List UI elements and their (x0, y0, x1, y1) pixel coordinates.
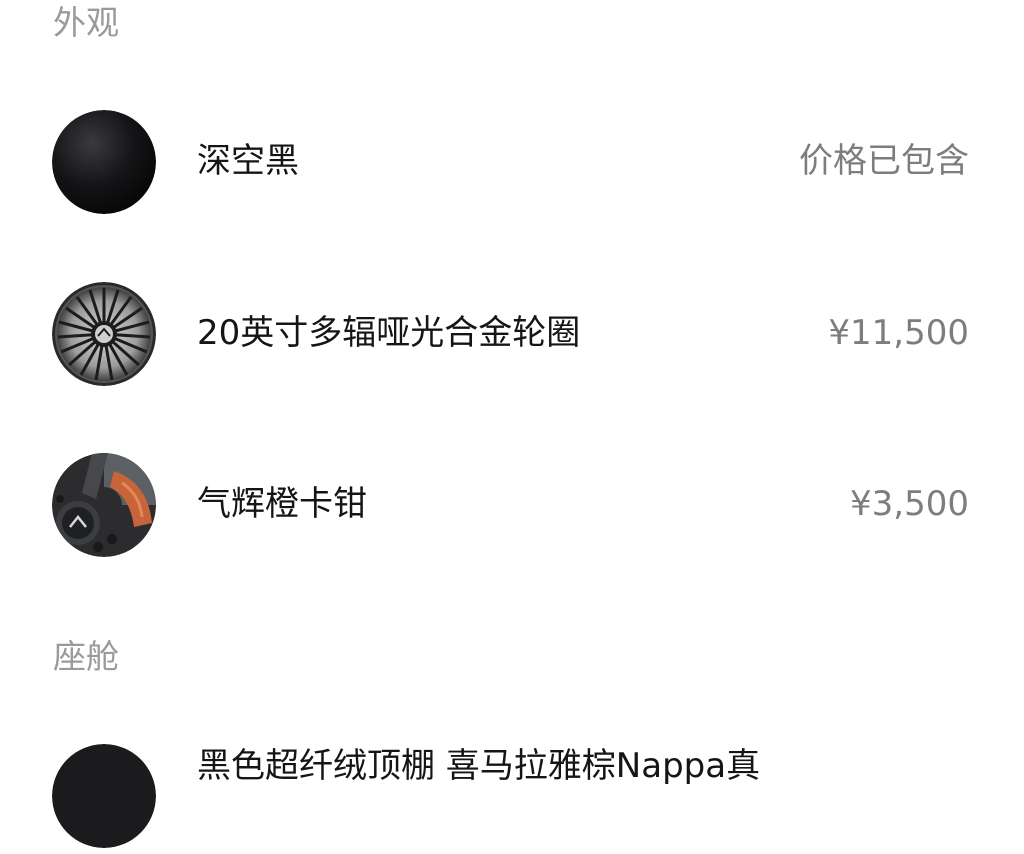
list-item-wheels[interactable]: 20英寸多辐哑光合金轮圈 ¥11,500 (0, 282, 1024, 392)
item-label: 20英寸多辐哑光合金轮圈 (197, 313, 581, 353)
item-price: 价格已包含 (799, 141, 969, 181)
section-title-exterior: 外观 (53, 3, 119, 42)
orange-caliper-icon (52, 453, 156, 557)
alloy-wheel-icon (52, 282, 156, 386)
item-price: ¥3,500 (850, 484, 969, 524)
item-label: 气辉橙卡钳 (197, 484, 367, 524)
item-label: 深空黑 (197, 141, 299, 181)
item-price: ¥11,500 (828, 313, 969, 353)
section-title-cabin: 座舱 (53, 637, 119, 676)
black-paint-swatch-icon (52, 110, 156, 214)
list-item-headliner[interactable]: 黑色超纤绒顶棚 喜马拉雅棕Nappa真 (0, 744, 1024, 854)
headliner-swatch-icon (52, 744, 156, 848)
list-item-calipers[interactable]: 气辉橙卡钳 ¥3,500 (0, 453, 1024, 563)
list-item-paint[interactable]: 深空黑 价格已包含 (0, 110, 1024, 220)
